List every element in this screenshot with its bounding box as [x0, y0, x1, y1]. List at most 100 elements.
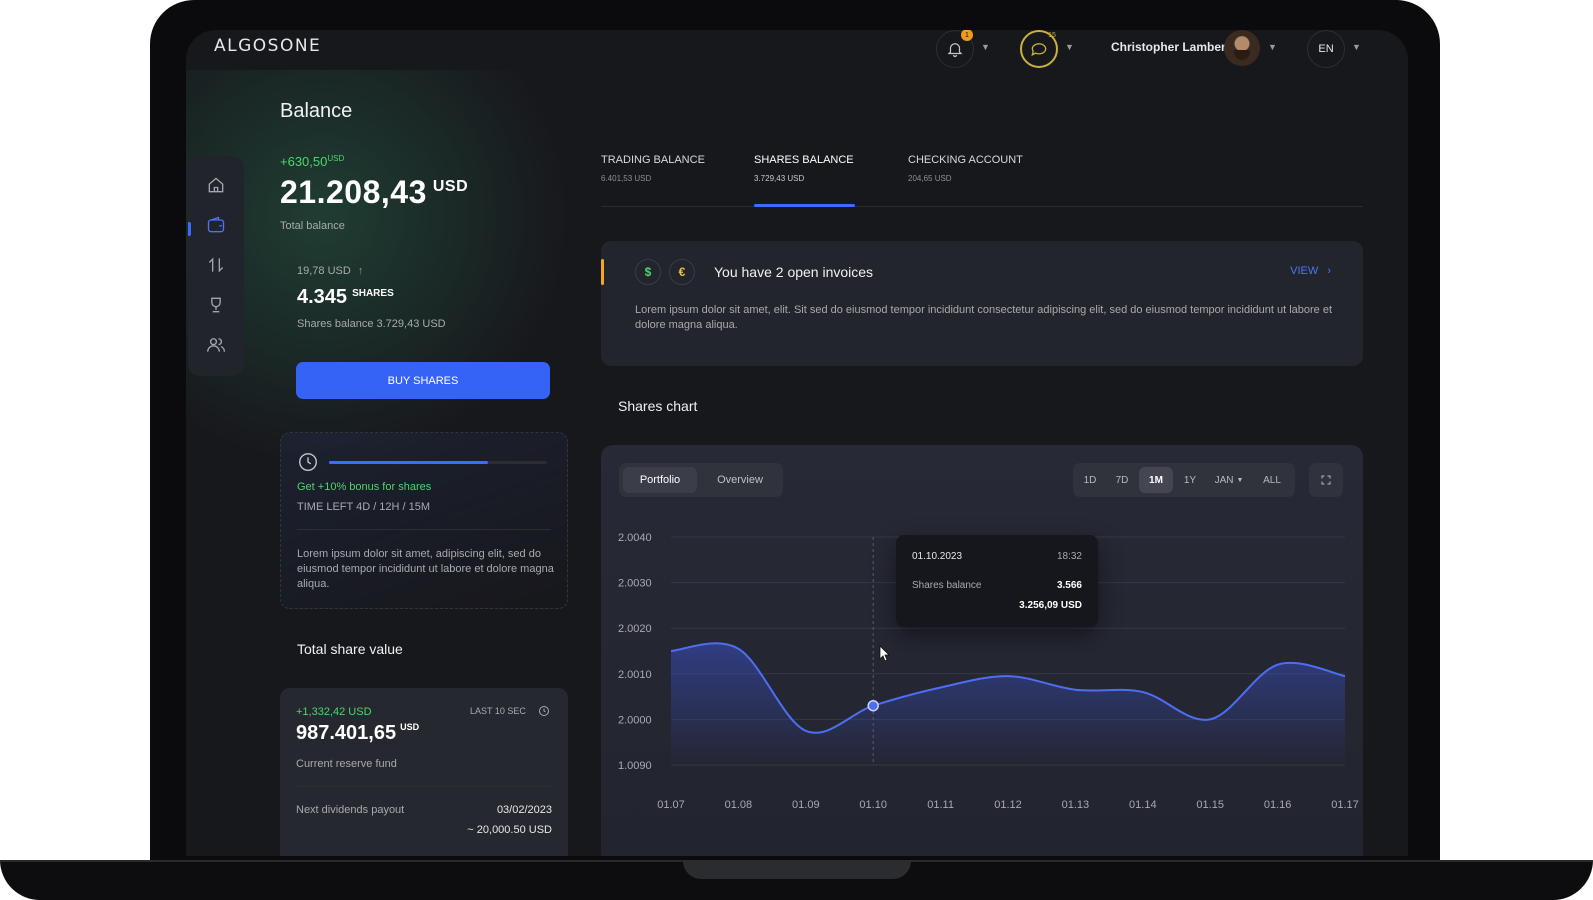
- bell-icon: [947, 43, 963, 58]
- invoice-title: You have 2 open invoices: [714, 264, 874, 280]
- shares-chart[interactable]: 2.0040 2.0030 2.0020 2.0010 2.0000 1.0090 01.…: [601, 445, 1363, 856]
- reserve-change: +1,332,42 USD: [296, 706, 372, 718]
- sidebar-item-users[interactable]: [204, 333, 228, 357]
- invoice-accent: [601, 259, 604, 285]
- chevron-down-icon[interactable]: ▼: [1065, 42, 1074, 52]
- chevron-down-icon[interactable]: ▼: [981, 42, 990, 52]
- y-tick-label: 2.0040: [618, 532, 652, 544]
- total-balance-label: Total balance: [280, 220, 345, 232]
- reserve-label: Current reserve fund: [296, 758, 397, 770]
- chat-badge: 15: [1048, 31, 1056, 39]
- shares-count-value: 4.345: [297, 286, 348, 308]
- x-tick-label: 01.13: [1062, 799, 1090, 811]
- chevron-down-icon[interactable]: ▼: [1268, 42, 1277, 52]
- x-tick-label: 01.07: [657, 799, 685, 811]
- data-point[interactable]: [1208, 717, 1212, 721]
- shares-balance: Shares balance 3.729,43 USD: [297, 318, 446, 330]
- sidebar-item-wallet[interactable]: [204, 213, 228, 237]
- user-name[interactable]: Christopher Lambert: [1111, 40, 1230, 54]
- x-tick-label: 01.10: [859, 799, 887, 811]
- notification-badge: 1: [961, 30, 973, 41]
- bonus-title: Get +10% bonus for shares: [297, 481, 432, 493]
- refresh-icon[interactable]: [538, 705, 550, 717]
- sidebar-item-rewards[interactable]: [204, 293, 228, 317]
- y-tick-label: 1.0090: [618, 760, 652, 772]
- app-screen: ALGOSONE 1 ▼ 15 ▼ Christopher Lambert ▼ …: [186, 30, 1408, 856]
- reserve-amount: 987.401,65 USD: [296, 722, 419, 745]
- dollar-icon: $: [635, 259, 661, 285]
- divider: [296, 786, 550, 787]
- page-title: Balance: [280, 100, 353, 122]
- share-price: 19,78 USD ↑: [297, 265, 363, 277]
- balance-change-value: +630,50: [280, 154, 328, 169]
- laptop-notch: [683, 860, 911, 879]
- x-tick-label: 01.14: [1129, 799, 1157, 811]
- euro-icon: €: [669, 259, 695, 285]
- data-point[interactable]: [1006, 674, 1010, 678]
- users-icon: [207, 338, 225, 352]
- total-balance-value: 21.208,43: [280, 174, 427, 210]
- tab-trading-balance[interactable]: TRADING BALANCE 6.401,53 USD: [601, 154, 705, 183]
- series-area: [671, 643, 1345, 765]
- reserve-card: +1,332,42 USD LAST 10 SEC 987.401,65 USD …: [280, 688, 568, 856]
- tab-value: 204,65 USD: [908, 174, 952, 183]
- bonus-card: Get +10% bonus for shares TIME LEFT 4D /…: [280, 432, 568, 609]
- refresh-label: LAST 10 SEC: [470, 706, 526, 716]
- bonus-description: Lorem ipsum dolor sit amet, adipiscing e…: [297, 548, 554, 590]
- tooltip-value: 3.256,09 USD: [1019, 600, 1082, 611]
- chart-tooltip: 01.10.2023 18:32 Shares balance 3.566 3.…: [896, 535, 1098, 627]
- y-tick-label: 2.0020: [618, 623, 652, 635]
- clock-icon: [299, 453, 317, 471]
- data-point[interactable]: [669, 649, 673, 653]
- reserve-amount-value: 987.401,65: [296, 722, 397, 744]
- chart-title: Shares chart: [618, 398, 698, 414]
- home-icon: [208, 177, 224, 193]
- data-point[interactable]: [1343, 674, 1347, 678]
- sidebar-active-indicator: [188, 222, 191, 236]
- tooltip-date: 01.10.2023: [912, 551, 963, 562]
- data-point[interactable]: [1276, 663, 1280, 667]
- sidebar: [188, 156, 244, 376]
- trophy-icon: [211, 297, 221, 313]
- tab-checking-account[interactable]: CHECKING ACCOUNT 204,65 USD: [908, 154, 1023, 183]
- x-tick-label: 01.17: [1331, 799, 1359, 811]
- chevron-down-icon[interactable]: ▼: [1352, 42, 1361, 52]
- tab-label: SHARES BALANCE: [754, 154, 854, 166]
- buy-shares-button[interactable]: BUY SHARES: [296, 362, 550, 399]
- sidebar-item-home[interactable]: [204, 173, 228, 197]
- tab-value: 6.401,53 USD: [601, 174, 652, 183]
- balance-change: +630,50USD: [280, 154, 344, 169]
- bonus-time-left: TIME LEFT 4D / 12H / 15M: [297, 501, 431, 513]
- chat-icon: [1031, 43, 1047, 57]
- total-balance: 21.208,43 USD: [280, 174, 468, 211]
- chat-button[interactable]: 15: [1020, 30, 1058, 68]
- y-tick-label: 2.0030: [618, 578, 652, 590]
- tooltip-time: 18:32: [1056, 551, 1082, 562]
- data-point[interactable]: [804, 729, 808, 733]
- view-invoices-link[interactable]: VIEW ›: [1290, 265, 1331, 277]
- invoice-notice: $ € You have 2 open invoices VIEW › Lore…: [601, 241, 1363, 366]
- data-point[interactable]: [939, 685, 943, 689]
- data-point[interactable]: [1073, 688, 1077, 692]
- language-selector[interactable]: EN: [1307, 30, 1345, 68]
- data-point[interactable]: [736, 647, 740, 651]
- shares-count: 4.345 SHARES: [297, 286, 394, 309]
- tab-shares-balance[interactable]: SHARES BALANCE 3.729,43 USD: [754, 154, 854, 183]
- app-logo[interactable]: ALGOSONE: [214, 36, 321, 56]
- chart-card: Portfolio Overview 1D 7D 1M 1Y JAN ▼ ALL …: [601, 445, 1363, 856]
- data-point[interactable]: [1141, 690, 1145, 694]
- highlight-point[interactable]: [867, 699, 879, 712]
- notifications-button[interactable]: 1: [936, 30, 974, 68]
- reserve-amount-unit: USD: [400, 722, 420, 732]
- dividends-date: 03/02/2023: [496, 804, 552, 816]
- wallet-icon: [207, 216, 225, 233]
- divider: [297, 529, 551, 530]
- y-tick-label: 2.0010: [618, 669, 652, 681]
- bonus-progress: [329, 461, 547, 464]
- total-balance-unit: USD: [432, 178, 469, 195]
- tab-label: CHECKING ACCOUNT: [908, 154, 1023, 166]
- avatar[interactable]: [1224, 30, 1260, 66]
- sidebar-item-transfers[interactable]: [204, 253, 228, 277]
- dividends-label: Next dividends payout: [296, 804, 405, 816]
- tabs-divider: [601, 206, 1363, 207]
